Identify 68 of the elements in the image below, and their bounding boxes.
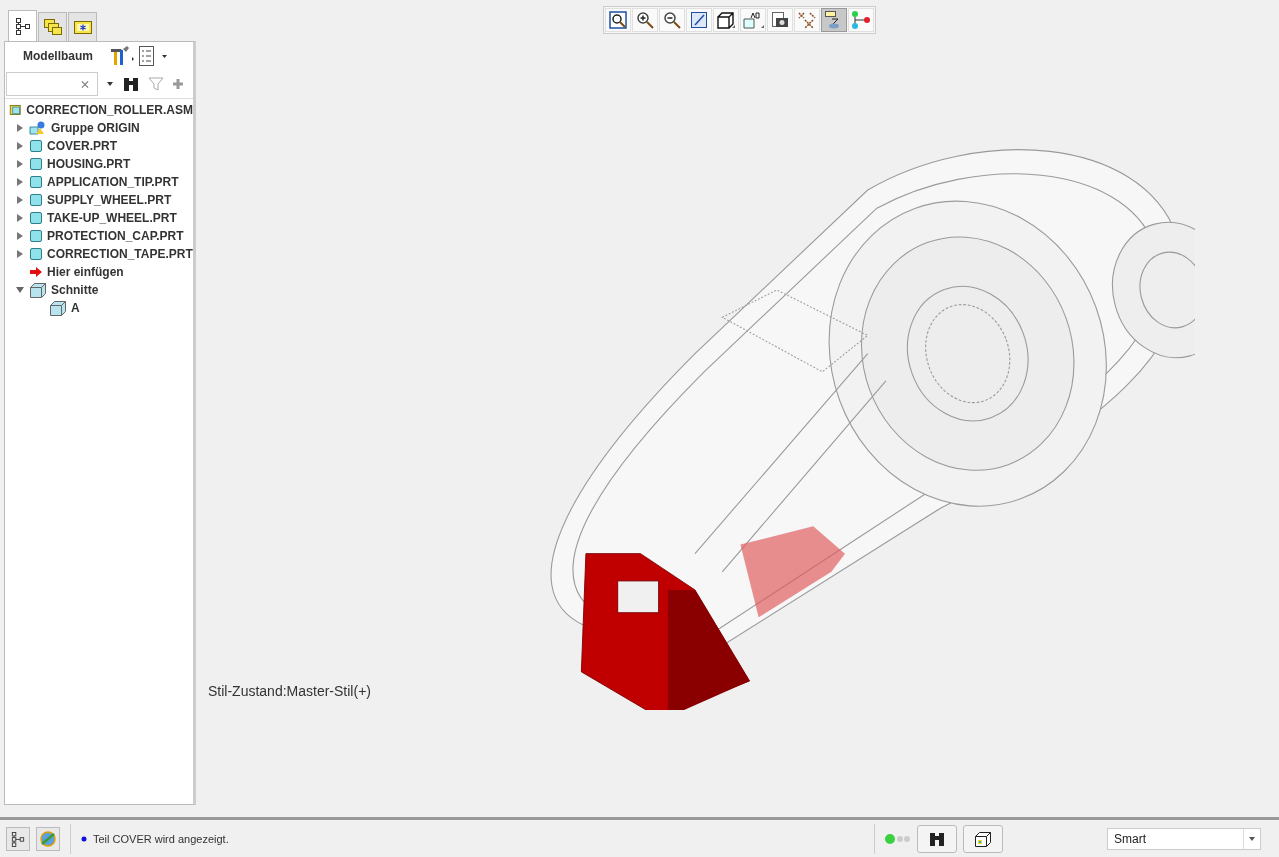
part-icon bbox=[29, 247, 43, 261]
section-icon bbox=[49, 300, 67, 316]
tree-item[interactable]: A bbox=[71, 301, 80, 315]
dropdown-caret-icon bbox=[1248, 835, 1256, 842]
expander-icon[interactable] bbox=[15, 195, 25, 205]
bullet-icon bbox=[81, 835, 87, 842]
regen-status-icon bbox=[885, 833, 911, 844]
node-graph-icon bbox=[851, 10, 871, 30]
tree-item[interactable]: PROTECTION_CAP.PRT bbox=[47, 229, 184, 243]
tree-icon bbox=[11, 830, 25, 847]
tree-item[interactable]: Schnitte bbox=[51, 283, 99, 297]
show-menu-button[interactable] bbox=[137, 45, 169, 67]
tree-item[interactable]: TAKE-UP_WHEEL.PRT bbox=[47, 211, 177, 225]
tree-item[interactable]: CORRECTION_ROLLER.ASM bbox=[26, 103, 193, 117]
browser-toggle[interactable] bbox=[36, 826, 60, 851]
tree-item[interactable]: APPLICATION_TIP.PRT bbox=[47, 175, 179, 189]
expander-icon[interactable] bbox=[15, 141, 25, 151]
zoom-out-icon bbox=[663, 11, 681, 29]
add-icon[interactable] bbox=[172, 78, 184, 90]
tree-item[interactable]: Hier einfügen bbox=[47, 265, 124, 279]
status-message: Teil COVER wird angezeigt. bbox=[93, 832, 229, 845]
sidebar-tab[interactable] bbox=[8, 10, 37, 41]
dropdown-caret-icon[interactable] bbox=[106, 81, 114, 87]
part-icon bbox=[29, 211, 43, 225]
part-icon bbox=[29, 229, 43, 243]
part-icon bbox=[29, 139, 43, 153]
expander-icon[interactable] bbox=[15, 231, 25, 241]
zoom-fit-icon bbox=[609, 11, 627, 29]
toolbar-button[interactable] bbox=[821, 8, 847, 32]
expander-icon[interactable] bbox=[15, 177, 25, 187]
part-icon bbox=[29, 175, 43, 189]
panel-title: Modellbaum bbox=[23, 49, 94, 63]
style-state-label: Stil-Zustand:Master-Stil(+) bbox=[208, 683, 371, 699]
globe-icon bbox=[39, 829, 57, 848]
repaint-icon bbox=[690, 11, 708, 29]
selection-box-button[interactable] bbox=[963, 824, 1003, 853]
search-field[interactable] bbox=[6, 72, 98, 96]
tree-item[interactable]: SUPPLY_WHEEL.PRT bbox=[47, 193, 172, 207]
clear-icon bbox=[81, 79, 89, 89]
model-tree-toggle[interactable] bbox=[6, 826, 30, 851]
cube-icon bbox=[974, 830, 992, 847]
datum-display-icon bbox=[797, 11, 817, 29]
section-icon bbox=[29, 282, 47, 298]
folders-icon bbox=[42, 18, 63, 36]
tree-icon bbox=[14, 17, 31, 35]
expander-icon[interactable] bbox=[15, 159, 25, 169]
part-icon bbox=[29, 157, 43, 171]
expander-icon[interactable] bbox=[15, 249, 25, 259]
filter-dropdown[interactable]: Smart bbox=[1107, 827, 1261, 850]
datum-group-icon bbox=[29, 121, 47, 135]
tools-icon bbox=[109, 45, 137, 67]
tree-item[interactable]: HOUSING.PRT bbox=[47, 157, 131, 171]
camera-icon bbox=[771, 11, 789, 29]
part-icon bbox=[29, 193, 43, 207]
settings-button[interactable] bbox=[109, 45, 137, 67]
expander-icon[interactable] bbox=[15, 285, 25, 295]
expander-icon[interactable] bbox=[15, 213, 25, 223]
tree-item[interactable]: COVER.PRT bbox=[47, 139, 117, 153]
tree-item[interactable]: CORRECTION_TAPE.PRT bbox=[47, 247, 193, 261]
tree-item[interactable]: Gruppe ORIGIN bbox=[51, 121, 140, 135]
cube-icon bbox=[716, 11, 736, 29]
arrow-icon bbox=[29, 266, 43, 278]
zoom-in-icon bbox=[636, 11, 654, 29]
annotation-icon bbox=[742, 11, 764, 29]
assembly-icon bbox=[9, 103, 23, 117]
list-icon bbox=[137, 45, 169, 67]
find-button[interactable] bbox=[917, 824, 957, 853]
expander-icon[interactable] bbox=[15, 123, 25, 133]
